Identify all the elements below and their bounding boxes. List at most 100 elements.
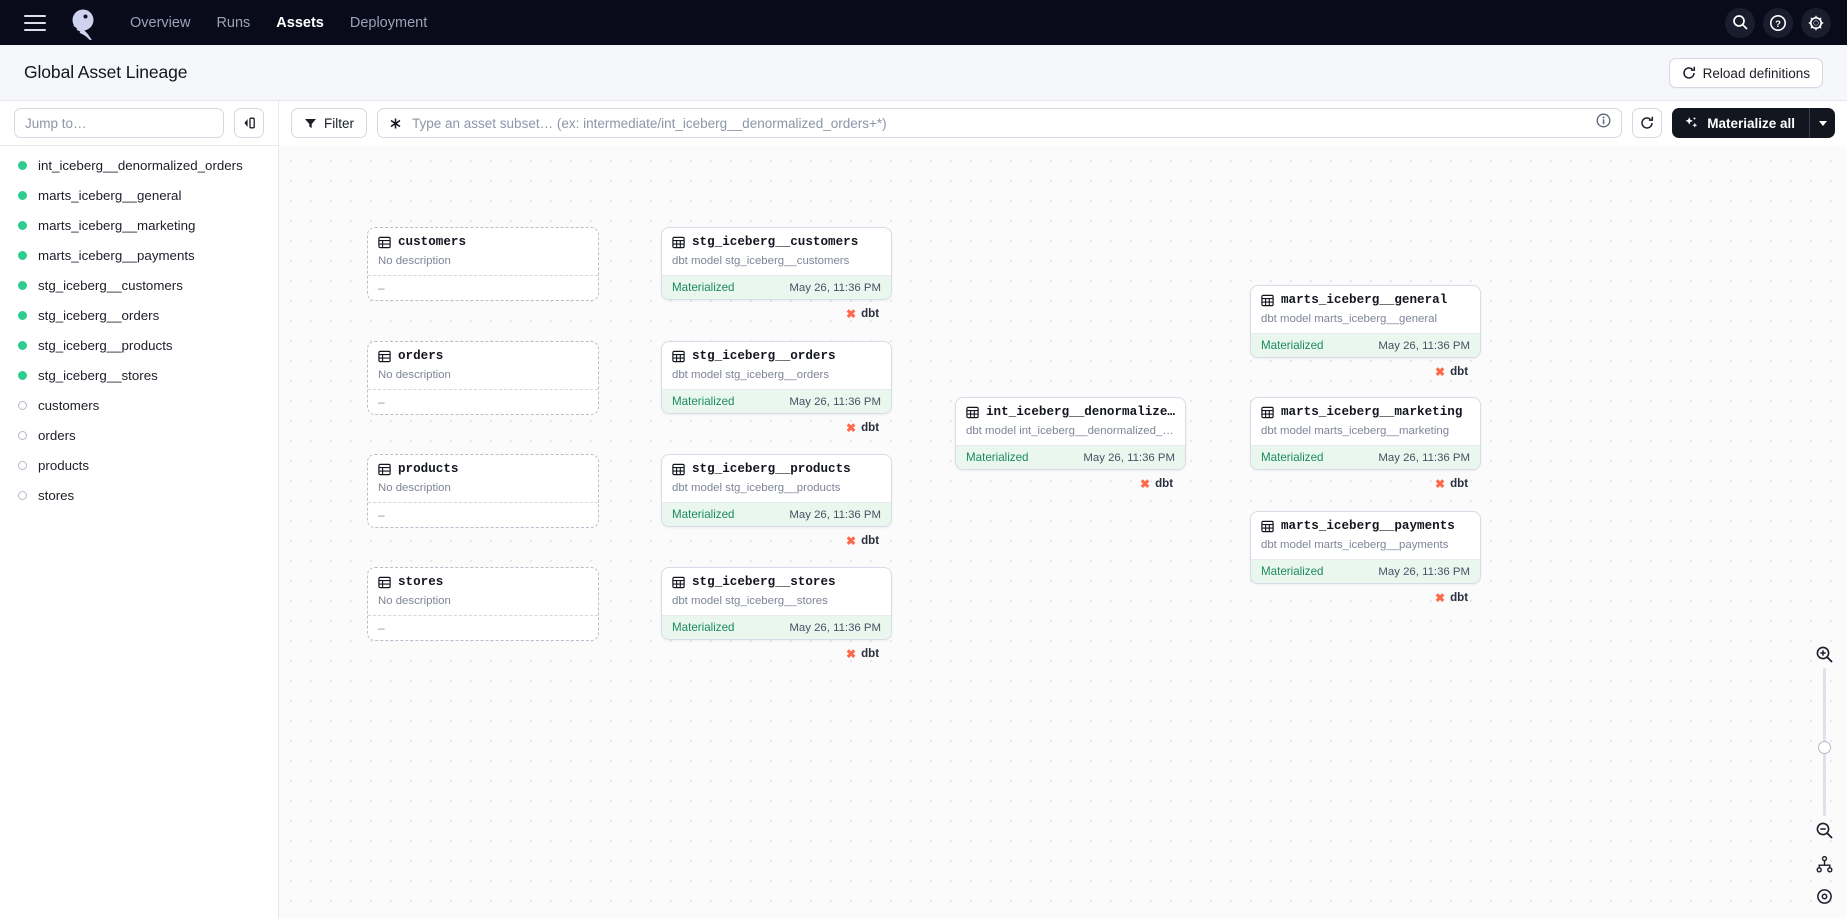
table-icon — [1261, 406, 1274, 418]
refresh-graph-button[interactable] — [1632, 108, 1663, 138]
dbt-logo-icon: ✖ — [846, 533, 857, 548]
asset-node-status: Materialized — [672, 281, 735, 294]
dbt-code-version-tag[interactable]: ✖ dbt — [1435, 365, 1468, 378]
asset-node-title: stg_iceberg__stores — [692, 575, 836, 589]
asset-node-status: Materialized — [1261, 565, 1324, 578]
collapse-sidebar-button[interactable] — [234, 108, 264, 138]
filter-icon — [305, 118, 316, 128]
nav-right-actions: ? — [1725, 0, 1831, 45]
asset-node[interactable]: int_iceberg__denormalized_orde… dbt mode… — [955, 397, 1186, 470]
dbt-logo-icon: ✖ — [846, 306, 857, 321]
asset-node[interactable]: orders No description – — [367, 341, 599, 415]
asset-node[interactable]: stg_iceberg__orders dbt model stg_iceber… — [661, 341, 892, 414]
dbt-code-version-tag[interactable]: ✖ dbt — [846, 421, 879, 434]
asset-node-header: stg_iceberg__customers — [662, 228, 891, 255]
asset-node-footer: – — [368, 502, 598, 527]
sidebar-asset-item[interactable]: stg_iceberg__products — [0, 330, 278, 360]
dbt-code-version-tag[interactable]: ✖ dbt — [1435, 591, 1468, 604]
materialize-all-button[interactable]: Materialize all — [1672, 108, 1809, 138]
asset-node[interactable]: stg_iceberg__products dbt model stg_iceb… — [661, 454, 892, 527]
asset-subset-placeholder: Type an asset subset… (ex: intermediate/… — [412, 115, 887, 131]
materialize-options-caret[interactable] — [1809, 108, 1835, 138]
lineage-canvas[interactable]: customers No description – orders No des… — [279, 145, 1847, 919]
asset-node-title: orders — [398, 349, 444, 363]
sidebar-asset-item[interactable]: customers — [0, 390, 278, 420]
asset-node[interactable]: marts_iceberg__general dbt model marts_i… — [1250, 285, 1481, 358]
asset-node-header: orders — [368, 342, 598, 369]
asset-node-footer: – — [368, 275, 598, 300]
sidebar-asset-item[interactable]: marts_iceberg__payments — [0, 240, 278, 270]
filter-button[interactable]: Filter — [291, 108, 367, 138]
status-dot-empty — [18, 400, 27, 410]
sidebar-asset-list[interactable]: int_iceberg__denormalized_orders marts_ic… — [0, 145, 278, 919]
asset-node-header: marts_iceberg__general — [1251, 286, 1480, 313]
asset-node-footer: Materialized May 26, 11:36 PM — [662, 615, 891, 639]
sidebar-asset-item[interactable]: stores — [0, 480, 278, 510]
graph-toolbar: Filter Type an asset subset… (ex: interm… — [279, 101, 1847, 145]
sidebar-asset-item[interactable]: orders — [0, 420, 278, 450]
asset-node-header: marts_iceberg__marketing — [1251, 398, 1480, 425]
hamburger-menu-icon[interactable] — [24, 14, 46, 31]
asset-node-title: customers — [398, 235, 467, 249]
asset-node[interactable]: marts_iceberg__payments dbt model marts_… — [1250, 511, 1481, 584]
asset-node-status: Materialized — [1261, 339, 1324, 352]
asset-node[interactable]: products No description – — [367, 454, 599, 528]
asset-node-header: int_iceberg__denormalized_orde… — [956, 398, 1185, 425]
zoom-slider-thumb[interactable] — [1817, 740, 1831, 754]
sidebar-asset-item[interactable]: marts_iceberg__general — [0, 180, 278, 210]
sidebar-asset-item[interactable]: stg_iceberg__customers — [0, 270, 278, 300]
sidebar-asset-item[interactable]: stg_iceberg__orders — [0, 300, 278, 330]
sidebar-asset-label: stg_iceberg__orders — [38, 307, 160, 323]
sidebar-asset-item[interactable]: int_iceberg__denormalized_orders — [0, 150, 278, 180]
dbt-code-version-tag[interactable]: ✖ dbt — [846, 307, 879, 320]
dbt-code-version-tag[interactable]: ✖ dbt — [846, 647, 879, 660]
asset-node-header: products — [368, 455, 598, 482]
search-icon[interactable] — [1725, 7, 1755, 38]
nav-link-runs[interactable]: Runs — [216, 15, 250, 31]
sidebar-asset-label: marts_iceberg__marketing — [38, 217, 196, 233]
asset-node-description: dbt model marts_iceberg__marketing — [1261, 425, 1450, 437]
asset-node[interactable]: customers No description – — [367, 227, 599, 301]
sidebar-asset-label: stores — [38, 487, 75, 503]
asset-node[interactable]: stores No description – — [367, 567, 599, 641]
asset-node[interactable]: stg_iceberg__customers dbt model stg_ice… — [661, 227, 892, 300]
sidebar-asset-item[interactable]: marts_iceberg__marketing — [0, 210, 278, 240]
dagster-logo[interactable] — [66, 6, 100, 40]
asset-sidebar: int_iceberg__denormalized_orders marts_ic… — [0, 101, 279, 919]
asset-node-header: stg_iceberg__orders — [662, 342, 891, 369]
sidebar-asset-item[interactable]: stg_iceberg__stores — [0, 360, 278, 390]
zoom-in-icon[interactable] — [1811, 641, 1837, 667]
asset-subset-field[interactable]: Type an asset subset… (ex: intermediate/… — [377, 108, 1623, 138]
zoom-out-icon[interactable] — [1811, 817, 1837, 843]
asset-node-status: Materialized — [672, 621, 735, 634]
dbt-code-version-tag[interactable]: ✖ dbt — [1140, 477, 1173, 490]
asset-node[interactable]: stg_iceberg__stores dbt model stg_iceber… — [661, 567, 892, 640]
zoom-slider[interactable] — [1811, 667, 1837, 817]
nav-link-deployment[interactable]: Deployment — [350, 15, 427, 31]
dbt-tag-label: dbt — [861, 421, 880, 434]
info-icon[interactable] — [1596, 113, 1611, 133]
table-icon — [672, 576, 685, 588]
asset-node-footer: Materialized May 26, 11:36 PM — [956, 445, 1185, 469]
asset-node[interactable]: marts_iceberg__marketing dbt model marts… — [1250, 397, 1481, 470]
sidebar-asset-item[interactable]: products — [0, 450, 278, 480]
recenter-icon[interactable] — [1811, 883, 1837, 909]
help-icon[interactable]: ? — [1763, 7, 1793, 38]
reload-definitions-button[interactable]: Reload definitions — [1668, 58, 1823, 88]
asset-node-description: dbt model stg_iceberg__customers — [672, 255, 850, 267]
gear-icon[interactable] — [1801, 7, 1831, 38]
dbt-code-version-tag[interactable]: ✖ dbt — [1435, 477, 1468, 490]
asset-node-status: Materialized — [672, 508, 735, 521]
table-icon — [672, 236, 685, 248]
jump-to-input[interactable] — [14, 108, 224, 138]
dbt-logo-icon: ✖ — [1435, 590, 1446, 605]
nav-link-overview[interactable]: Overview — [130, 15, 190, 31]
filter-label: Filter — [324, 115, 354, 131]
dbt-code-version-tag[interactable]: ✖ dbt — [846, 534, 879, 547]
asset-node-timestamp: May 26, 11:36 PM — [1378, 451, 1470, 464]
fit-to-screen-icon[interactable] — [1811, 851, 1837, 877]
asset-node-header: customers — [368, 228, 598, 255]
asset-node-description: No description — [378, 369, 451, 381]
nav-link-assets[interactable]: Assets — [276, 15, 324, 31]
asset-node-status: Materialized — [1261, 451, 1324, 464]
